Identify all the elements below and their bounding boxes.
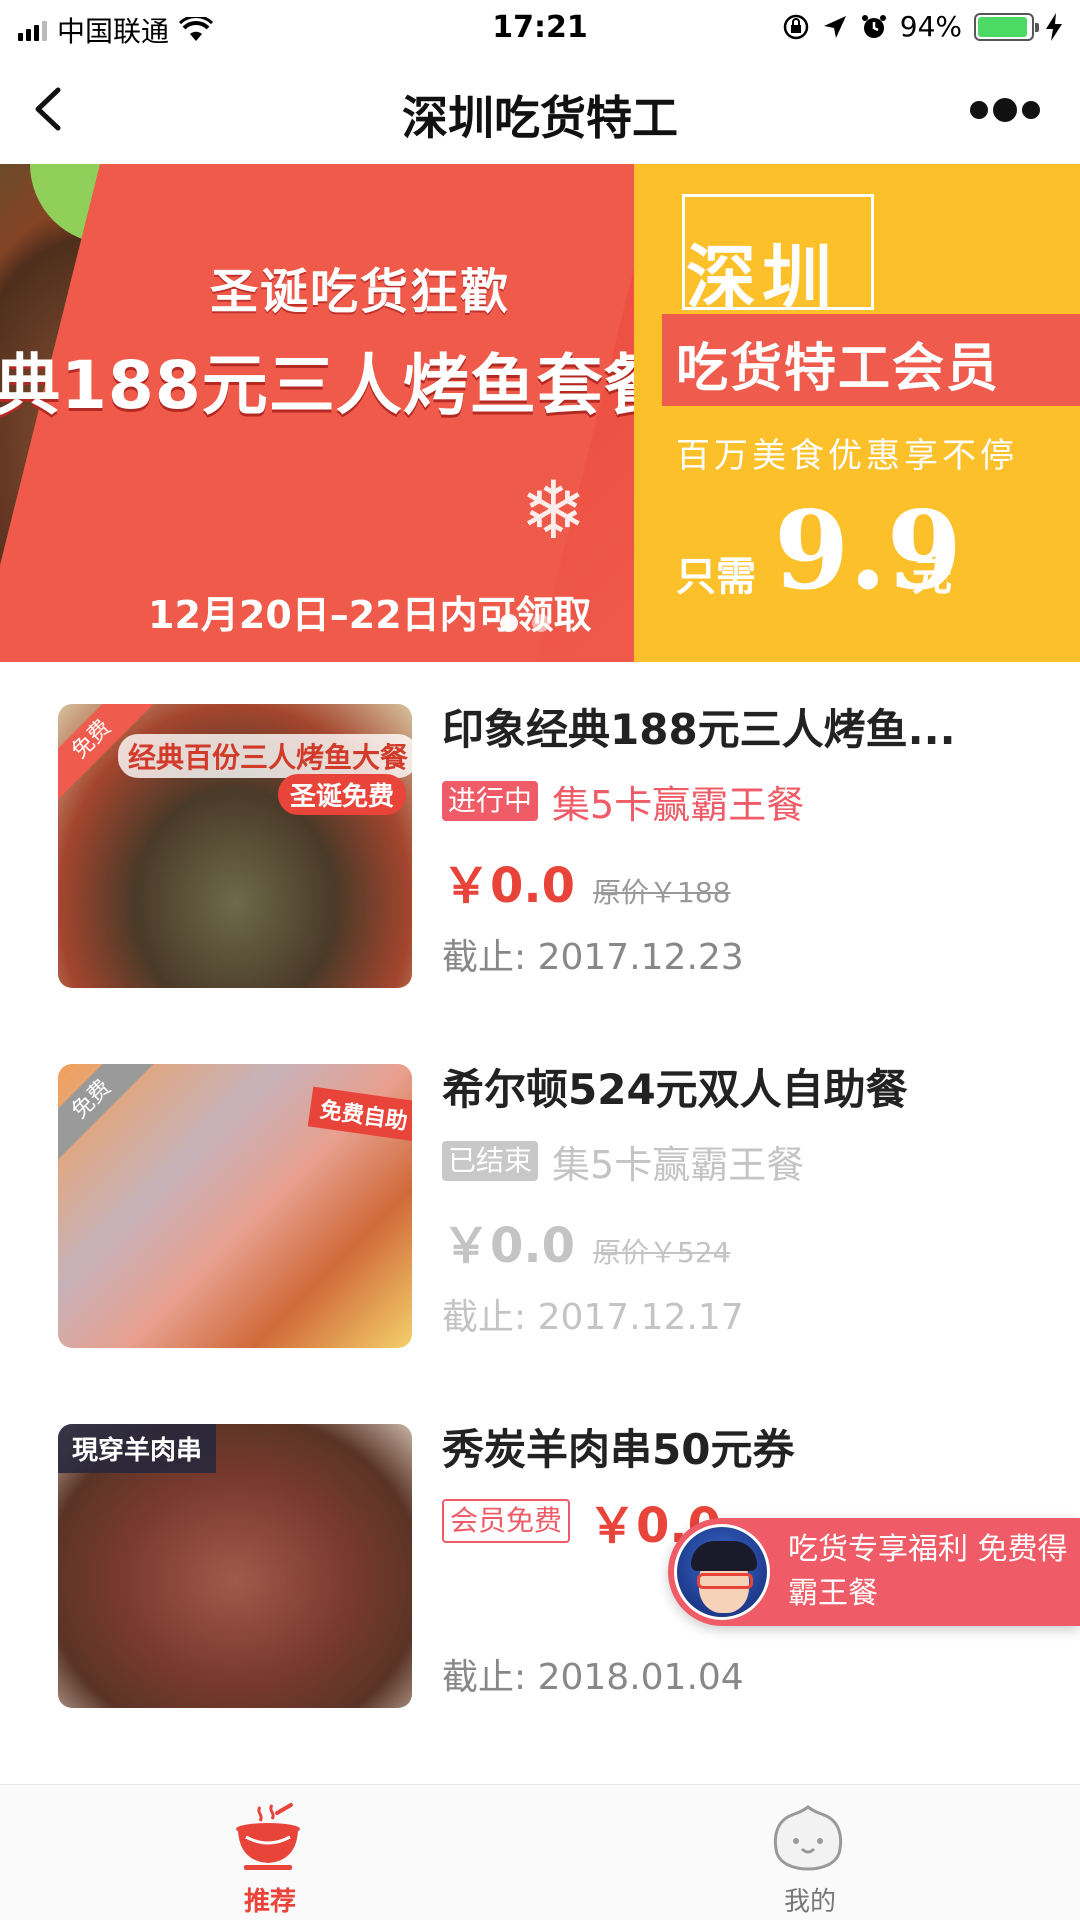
banner-city: 深圳 — [686, 237, 838, 319]
battery-fill — [978, 16, 1027, 37]
status-row: 已结束 集5卡赢霸王餐 — [442, 1138, 1042, 1187]
thumb-caption-badge: 圣诞免费 — [278, 774, 407, 815]
hotpot-icon — [236, 1803, 300, 1870]
campaign-label: 集5卡赢霸王餐 — [552, 1142, 805, 1187]
banner-slide-right: 深圳 吃货特工会员 百万美食优惠享不停 只需 9.9 元 — [634, 164, 1080, 662]
glasses-icon — [697, 1573, 753, 1589]
price-prefix: 只需 — [676, 554, 756, 600]
status-bar: 中国联通 17:21 94% — [0, 0, 1080, 54]
member-slogan: 百万美食优惠享不停 — [676, 436, 1018, 476]
tab-bar: 推荐 我的 — [0, 1784, 1080, 1920]
status-row: 进行中 集5卡赢霸王餐 — [442, 778, 1042, 827]
deadline: 截止: 2018.01.04 — [442, 1657, 744, 1698]
original-price: 原价￥188 — [593, 876, 731, 909]
thumb-caption: 经典百份三人烤鱼大餐 — [118, 734, 412, 778]
location-arrow-icon — [823, 15, 846, 38]
list-item[interactable]: 免费自助 免费 希尔顿524元双人自助餐 已结束 集5卡赢霸王餐 ￥0.0 原价… — [0, 1022, 1080, 1382]
tab-mine[interactable]: 我的 — [540, 1785, 1080, 1920]
thumb-caption-badge: 免费自助 — [307, 1086, 412, 1142]
tab-recommend[interactable]: 推荐 — [0, 1785, 540, 1920]
battery-percent: 94% — [899, 10, 962, 43]
price-row: ￥0.0 原价￥188 — [442, 846, 1042, 914]
tab-label: 推荐 — [243, 1887, 296, 1917]
alarm-icon — [861, 14, 886, 38]
list-item[interactable]: 经典百份三人烤鱼大餐 圣诞免费 免费 印象经典188元三人烤鱼... 进行中 集… — [0, 662, 1080, 1022]
tab-label: 我的 — [783, 1887, 836, 1917]
snowflake-icon: ❄ — [520, 464, 588, 557]
deal-thumbnail: 免费自助 免费 — [58, 1064, 412, 1348]
deal-info: 希尔顿524元双人自助餐 已结束 集5卡赢霸王餐 ￥0.0 原价￥524 截止:… — [442, 1062, 1042, 1340]
deadline: 截止: 2017.12.23 — [442, 937, 744, 978]
more-button[interactable] — [970, 90, 1040, 130]
banner-slide-left: 圣诞吃货狂歡 典188元三人烤鱼套餐 ❄ 12月20日–22日内可领取 — [0, 164, 670, 662]
status-badge: 已结束 — [442, 1141, 539, 1181]
deal-name: 印象经典188元三人烤鱼... — [442, 705, 956, 754]
avatar — [674, 1524, 770, 1620]
banner-headline: 典188元三人烤鱼套餐 — [0, 347, 671, 424]
thumb-caption: 現穿羊肉串 — [58, 1424, 217, 1473]
deal-price: ￥0.0 — [442, 858, 576, 914]
member-promo-float-button[interactable]: 吃货专享福利 免费得霸王餐 — [668, 1518, 1080, 1626]
free-corner-badge: 免费 — [58, 1064, 155, 1163]
status-badge: 会员免费 — [442, 1499, 571, 1543]
pagination-dot[interactable] — [532, 614, 550, 632]
orientation-lock-icon — [783, 14, 809, 39]
pagination-dot[interactable] — [500, 614, 518, 632]
price-suffix: 元 — [912, 554, 952, 600]
deal-thumbnail: 经典百份三人烤鱼大餐 圣诞免费 免费 — [58, 704, 412, 988]
campaign-label: 集5卡赢霸王餐 — [552, 782, 805, 827]
member-title: 吃货特工会员 — [676, 339, 1001, 399]
banner-pagination — [500, 614, 550, 632]
battery-icon — [974, 12, 1039, 41]
promo-banner[interactable]: 圣诞吃货狂歡 典188元三人烤鱼套餐 ❄ 12月20日–22日内可领取 深圳 吃… — [0, 164, 1080, 662]
price-row: ￥0.0 原价￥524 — [442, 1206, 1042, 1274]
deadline: 截止: 2017.12.17 — [442, 1297, 744, 1338]
charging-bolt-icon — [1046, 12, 1062, 41]
deal-name: 希尔顿524元双人自助餐 — [442, 1065, 908, 1114]
deal-name: 秀炭羊肉串50元券 — [442, 1425, 795, 1474]
original-price: 原价￥524 — [593, 1236, 731, 1269]
promo-text: 吃货专享福利 免费得霸王餐 — [788, 1532, 1068, 1611]
more-dots-icon — [970, 101, 988, 119]
nav-bar: 深圳吃货特工 — [0, 54, 1080, 164]
status-right: 94% — [782, 10, 1062, 43]
deal-price: ￥0.0 — [442, 1218, 576, 1274]
status-badge: 进行中 — [442, 781, 539, 821]
bun-face-icon — [773, 1805, 843, 1871]
deal-info: 印象经典188元三人烤鱼... 进行中 集5卡赢霸王餐 ￥0.0 原价￥188 … — [442, 702, 1042, 980]
page-title: 深圳吃货特工 — [402, 91, 678, 145]
banner-subtitle: 圣诞吃货狂歡 — [210, 264, 511, 320]
deal-thumbnail: 現穿羊肉串 — [58, 1424, 412, 1708]
